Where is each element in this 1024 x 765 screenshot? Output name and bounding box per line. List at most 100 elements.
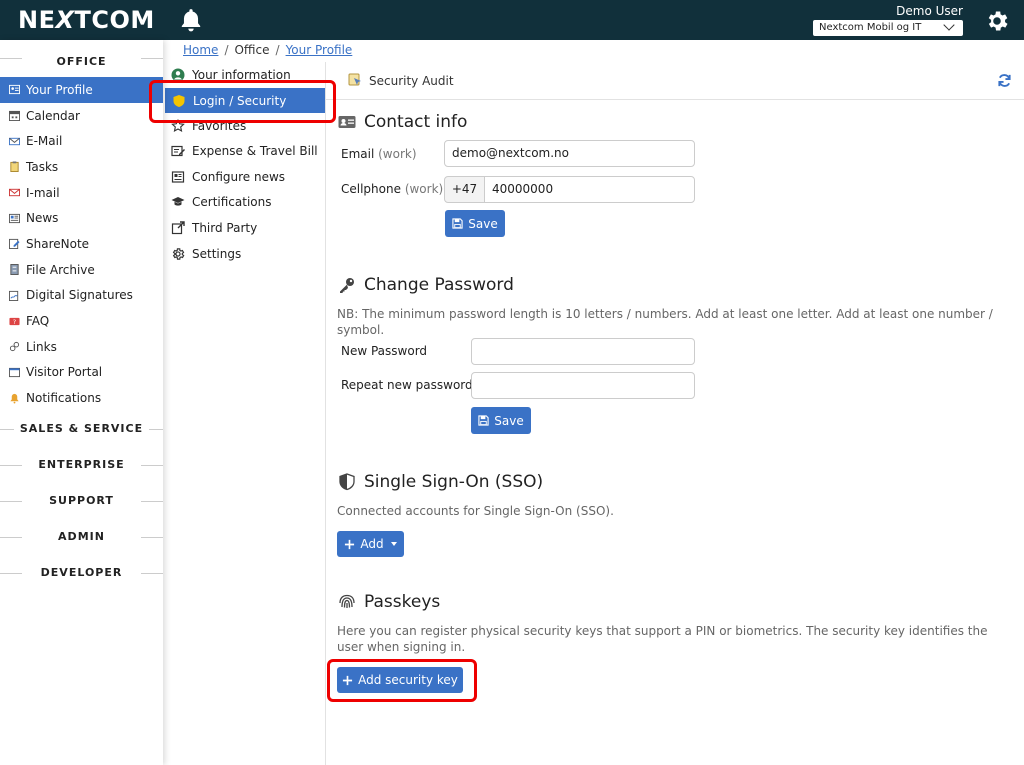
nav-item-calendar[interactable]: Calendar — [0, 103, 163, 129]
file-cabinet-icon — [9, 264, 20, 276]
visitor-portal-icon — [9, 367, 20, 378]
imail-icon — [9, 187, 20, 198]
key-icon — [340, 278, 354, 293]
email-field[interactable]: demo@nextcom.no — [444, 140, 695, 167]
external-link-icon — [171, 221, 185, 235]
breadcrumb: Home / Office / Your Profile — [183, 43, 353, 57]
calendar-icon — [9, 110, 20, 122]
nav-item-file-archive[interactable]: File Archive — [0, 257, 163, 283]
nav-item-sharenote[interactable]: ShareNote — [0, 231, 163, 257]
caret-down-icon — [390, 542, 397, 546]
subnav-certifications[interactable]: Certifications — [171, 195, 271, 209]
password-requirements: NB: The minimum password length is 10 le… — [337, 307, 993, 337]
subnav-label: Certifications — [192, 195, 272, 209]
highlight-login-security — [149, 80, 336, 123]
nav-item-faq[interactable]: ? FAQ — [0, 308, 163, 334]
notification-bell-icon — [9, 393, 20, 404]
nav-label: Visitor Portal — [26, 365, 103, 380]
change-password-title: Change Password — [364, 275, 514, 295]
nav-label: E-Mail — [26, 134, 63, 149]
subnav-label: Settings — [192, 247, 242, 261]
gear-icon — [172, 248, 185, 260]
nav-item-email[interactable]: E-Mail — [0, 128, 163, 154]
sso-add-button[interactable]: Add — [337, 531, 404, 557]
nav-label: Tasks — [26, 159, 59, 174]
subnav-settings[interactable]: Settings — [171, 247, 241, 261]
section-enterprise[interactable]: ENTERPRISE — [0, 447, 163, 483]
security-audit-link[interactable]: Security Audit — [369, 74, 454, 88]
newspaper-icon — [171, 171, 185, 183]
nav-label: News — [26, 211, 59, 226]
company-select[interactable]: Nextcom Mobil og IT — [813, 19, 963, 36]
password-save-button[interactable]: Save — [471, 407, 531, 434]
nextcom-logo[interactable]: NEXTCOM — [18, 6, 155, 34]
nav-label: Digital Signatures — [26, 288, 133, 303]
clipboard-icon — [9, 161, 20, 173]
new-password-input[interactable] — [471, 338, 695, 365]
id-card-icon — [338, 116, 356, 128]
security-audit-icon[interactable] — [348, 72, 364, 88]
graduation-cap-icon — [171, 197, 185, 206]
cellphone-field[interactable]: 40000000 — [484, 176, 695, 203]
shield-half-icon — [339, 473, 355, 491]
link-icon — [9, 341, 20, 352]
nav-label: Calendar — [26, 108, 80, 123]
sso-description: Connected accounts for Single Sign-On (S… — [337, 504, 614, 518]
change-password-heading: Change Password — [338, 275, 514, 295]
chevron-down-icon — [943, 19, 955, 31]
subnav-label: Expense & Travel Bill — [192, 144, 318, 158]
section-developer[interactable]: DEVELOPER — [0, 555, 163, 591]
passkeys-description: Here you can register physical security … — [337, 624, 988, 654]
section-office[interactable]: OFFICE — [0, 40, 163, 77]
passkeys-title: Passkeys — [364, 592, 441, 612]
profile-subnav: Your information Login / Security Favori… — [163, 62, 326, 765]
highlight-add-security-key — [327, 659, 477, 702]
nav-label: FAQ — [26, 314, 50, 329]
nav-item-imail[interactable]: I-mail — [0, 180, 163, 206]
nav-item-visitor-portal[interactable]: Visitor Portal — [0, 360, 163, 386]
faq-icon: ? — [9, 316, 20, 327]
left-nav: OFFICE Your Profile Calendar E-Mail Task… — [0, 40, 163, 765]
note-edit-icon — [9, 238, 20, 250]
bell-icon[interactable] — [178, 7, 204, 33]
gear-icon[interactable] — [984, 8, 1010, 34]
breadcrumb-your-profile[interactable]: Your Profile — [286, 43, 353, 57]
cellphone-label: Cellphone (work) — [341, 182, 444, 196]
passkeys-heading: Passkeys — [338, 592, 440, 612]
subnav-third-party[interactable]: Third Party — [171, 221, 257, 235]
contact-info-title: Contact info — [364, 112, 468, 132]
subnav-expense-travel-bill[interactable]: Expense & Travel Bill — [171, 144, 318, 158]
nav-item-tasks[interactable]: Tasks — [0, 154, 163, 180]
nav-label: Your Profile — [26, 82, 93, 97]
section-sales-service[interactable]: SALES & SERVICE — [0, 411, 163, 447]
user-name[interactable]: Demo User — [896, 4, 963, 18]
repeat-password-input[interactable] — [471, 372, 695, 399]
nav-item-your-profile[interactable]: Your Profile — [0, 77, 163, 103]
nav-label: File Archive — [26, 262, 95, 277]
subnav-configure-news[interactable]: Configure news — [171, 170, 285, 184]
save-label: Save — [468, 216, 498, 231]
nav-item-links[interactable]: Links — [0, 334, 163, 360]
section-admin[interactable]: ADMIN — [0, 519, 163, 555]
section-support[interactable]: SUPPORT — [0, 483, 163, 519]
edit-document-icon — [171, 145, 185, 157]
svg-text:?: ? — [13, 317, 16, 325]
sso-heading: Single Sign-On (SSO) — [338, 472, 543, 492]
nav-item-digital-signatures[interactable]: Digital Signatures — [0, 283, 163, 309]
plus-icon — [345, 539, 355, 549]
refresh-icon[interactable] — [997, 73, 1012, 88]
nav-item-news[interactable]: News — [0, 205, 163, 231]
email-icon — [9, 136, 20, 147]
nav-label: I-mail — [26, 185, 60, 200]
top-bar: NEXTCOM Demo User Nextcom Mobil og IT — [0, 0, 1024, 40]
add-label: Add — [360, 537, 384, 551]
nav-item-notifications[interactable]: Notifications — [0, 385, 163, 411]
breadcrumb-home[interactable]: Home — [183, 43, 218, 57]
new-password-label: New Password — [341, 344, 428, 358]
profile-icon — [9, 84, 20, 95]
newspaper-icon — [9, 213, 20, 224]
company-select-value: Nextcom Mobil og IT — [819, 22, 922, 33]
save-label: Save — [494, 413, 524, 428]
fingerprint-icon — [339, 594, 355, 608]
contact-save-button[interactable]: Save — [445, 210, 505, 237]
